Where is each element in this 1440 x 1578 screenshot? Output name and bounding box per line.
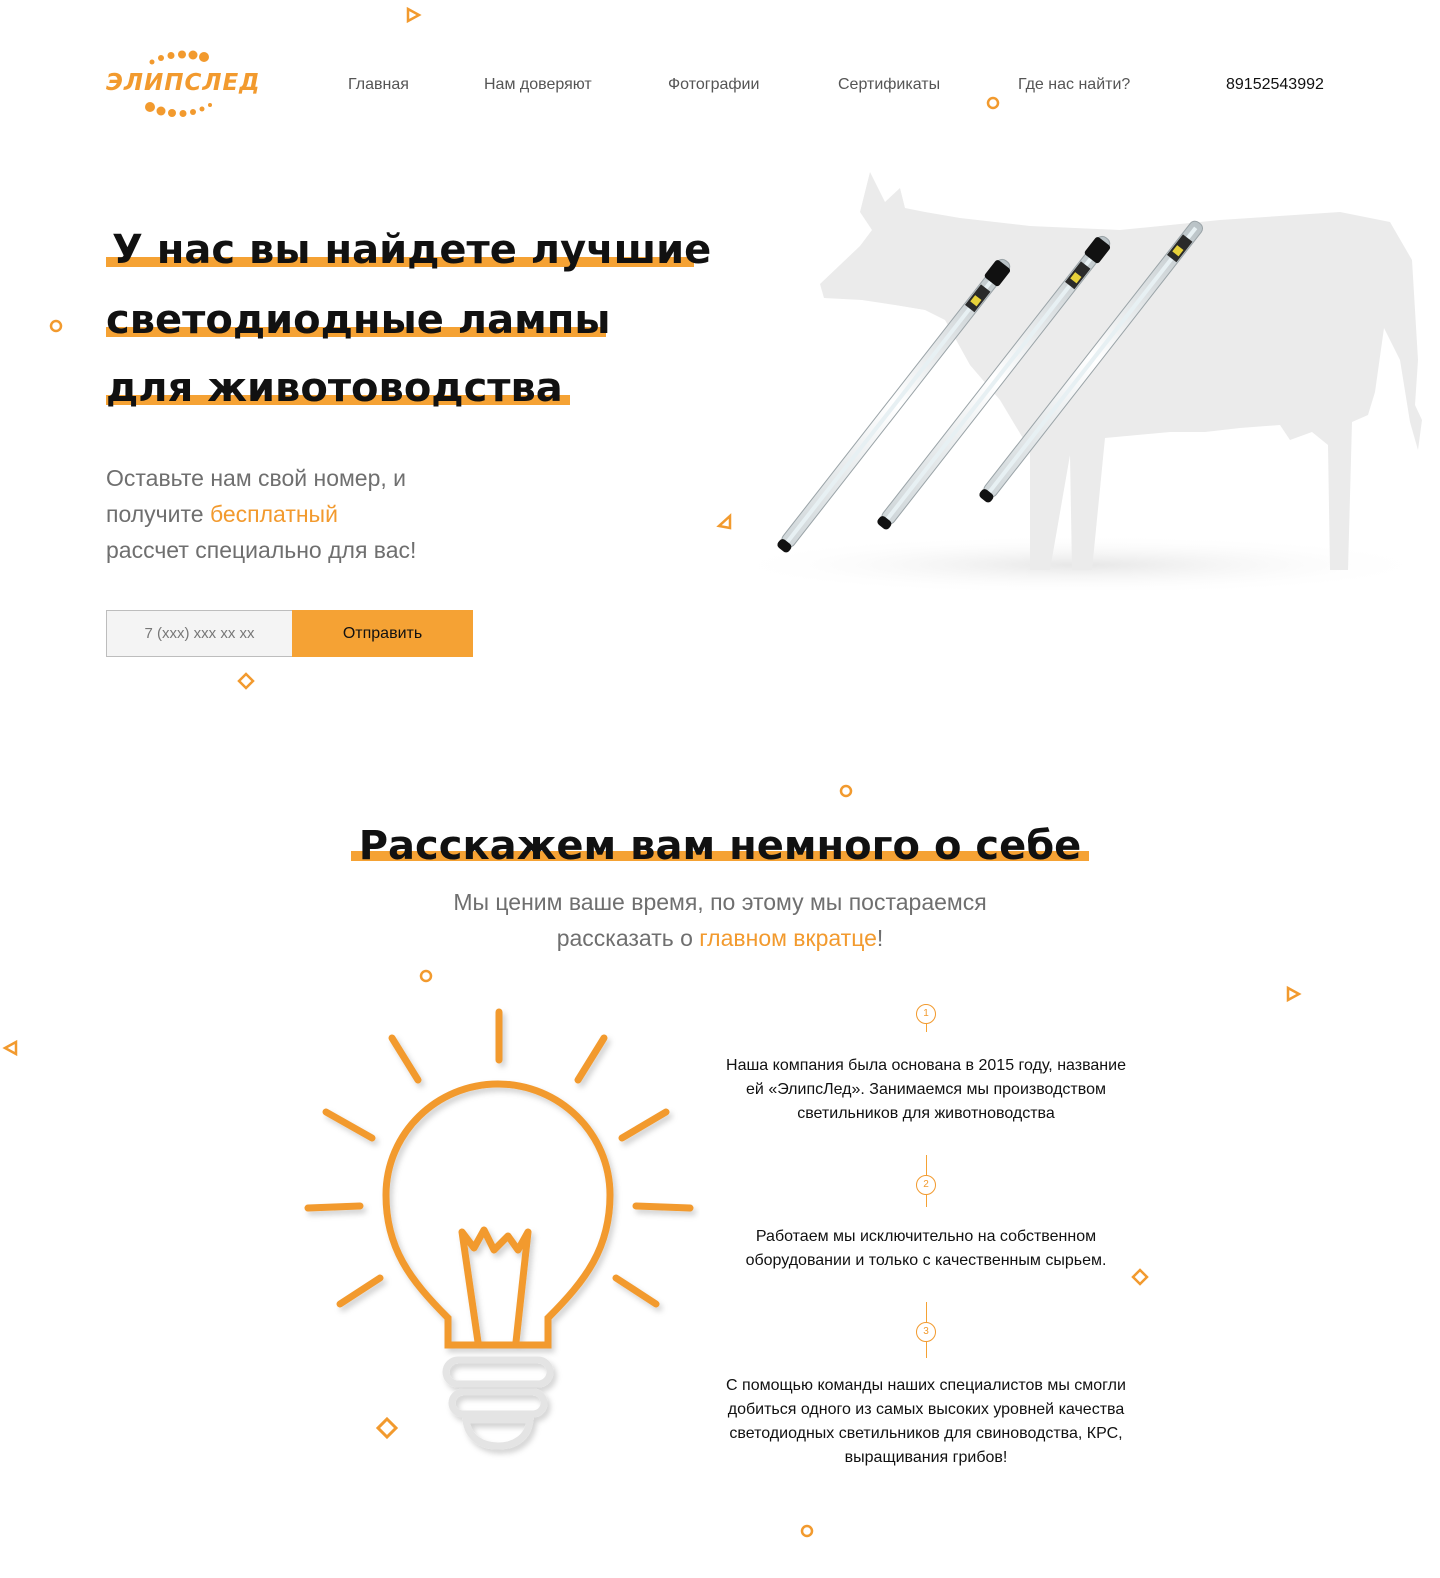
about-step-3: 3 С помощью команды наших специалистов м… bbox=[726, 1302, 1126, 1470]
diamond-decoration-icon bbox=[237, 672, 255, 690]
step-text: Работаем мы исключительно на собственном… bbox=[745, 1228, 1107, 1269]
hero-title-line-1: У нас вы найдете лучшие bbox=[106, 226, 711, 286]
header-phone[interactable]: 89152543992 bbox=[1226, 76, 1324, 94]
phone-form: Отправить bbox=[106, 610, 473, 657]
about-accent: главном вкратце bbox=[699, 925, 877, 951]
nav-photos[interactable]: Фотографии bbox=[668, 76, 759, 94]
nav-contacts[interactable]: Где нас найти? bbox=[1018, 76, 1130, 94]
triangle-decoration-icon bbox=[2, 1039, 18, 1057]
send-button[interactable]: Отправить bbox=[292, 610, 473, 657]
triangle-decoration-icon bbox=[1286, 985, 1302, 1003]
hero-title-line-3: для животоводства bbox=[106, 364, 570, 424]
triangle-decoration-icon bbox=[716, 513, 732, 530]
circle-decoration-icon bbox=[800, 1524, 814, 1538]
logo[interactable]: ЭЛИПСЛЕД bbox=[104, 50, 264, 122]
logo-text: ЭЛИПСЛЕД bbox=[106, 70, 261, 96]
phone-input[interactable] bbox=[106, 610, 292, 657]
about-step-1: 1 Наша компания была основана в 2015 год… bbox=[726, 1004, 1126, 1126]
triangle-decoration-icon bbox=[406, 6, 422, 24]
about-subtitle: Мы ценим ваше время, по этому мы постара… bbox=[453, 889, 987, 951]
step-text: С помощью команды наших специалистов мы … bbox=[726, 1377, 1126, 1466]
circle-decoration-icon bbox=[419, 969, 433, 983]
light-bulb-icon bbox=[304, 1008, 694, 1450]
nav-certificates[interactable]: Сертификаты bbox=[838, 76, 940, 94]
about-step-2: 2 Работаем мы исключительно на собственн… bbox=[726, 1155, 1126, 1273]
step-number: 1 bbox=[916, 1004, 936, 1024]
about-title: Расскажем вам немного о себе bbox=[0, 818, 1440, 874]
circle-decoration-icon bbox=[986, 96, 1000, 110]
diamond-decoration-icon bbox=[375, 1416, 399, 1440]
diamond-decoration-icon bbox=[1131, 1268, 1149, 1286]
circle-decoration-icon bbox=[839, 784, 853, 798]
cow-led-lamps-image bbox=[720, 172, 1440, 590]
nav-trust[interactable]: Нам доверяют bbox=[484, 76, 592, 94]
step-text: Наша компания была основана в 2015 году,… bbox=[726, 1057, 1126, 1122]
hero-subtitle: Оставьте нам свой номер, и получите бесп… bbox=[106, 465, 417, 563]
step-number: 3 bbox=[916, 1322, 936, 1342]
step-number: 2 bbox=[916, 1175, 936, 1195]
nav-home[interactable]: Главная bbox=[348, 76, 409, 94]
hero-accent-free: бесплатный bbox=[209, 501, 338, 527]
hero-title-line-2: светодиодные лампы bbox=[106, 297, 611, 343]
circle-decoration-icon bbox=[49, 319, 63, 333]
